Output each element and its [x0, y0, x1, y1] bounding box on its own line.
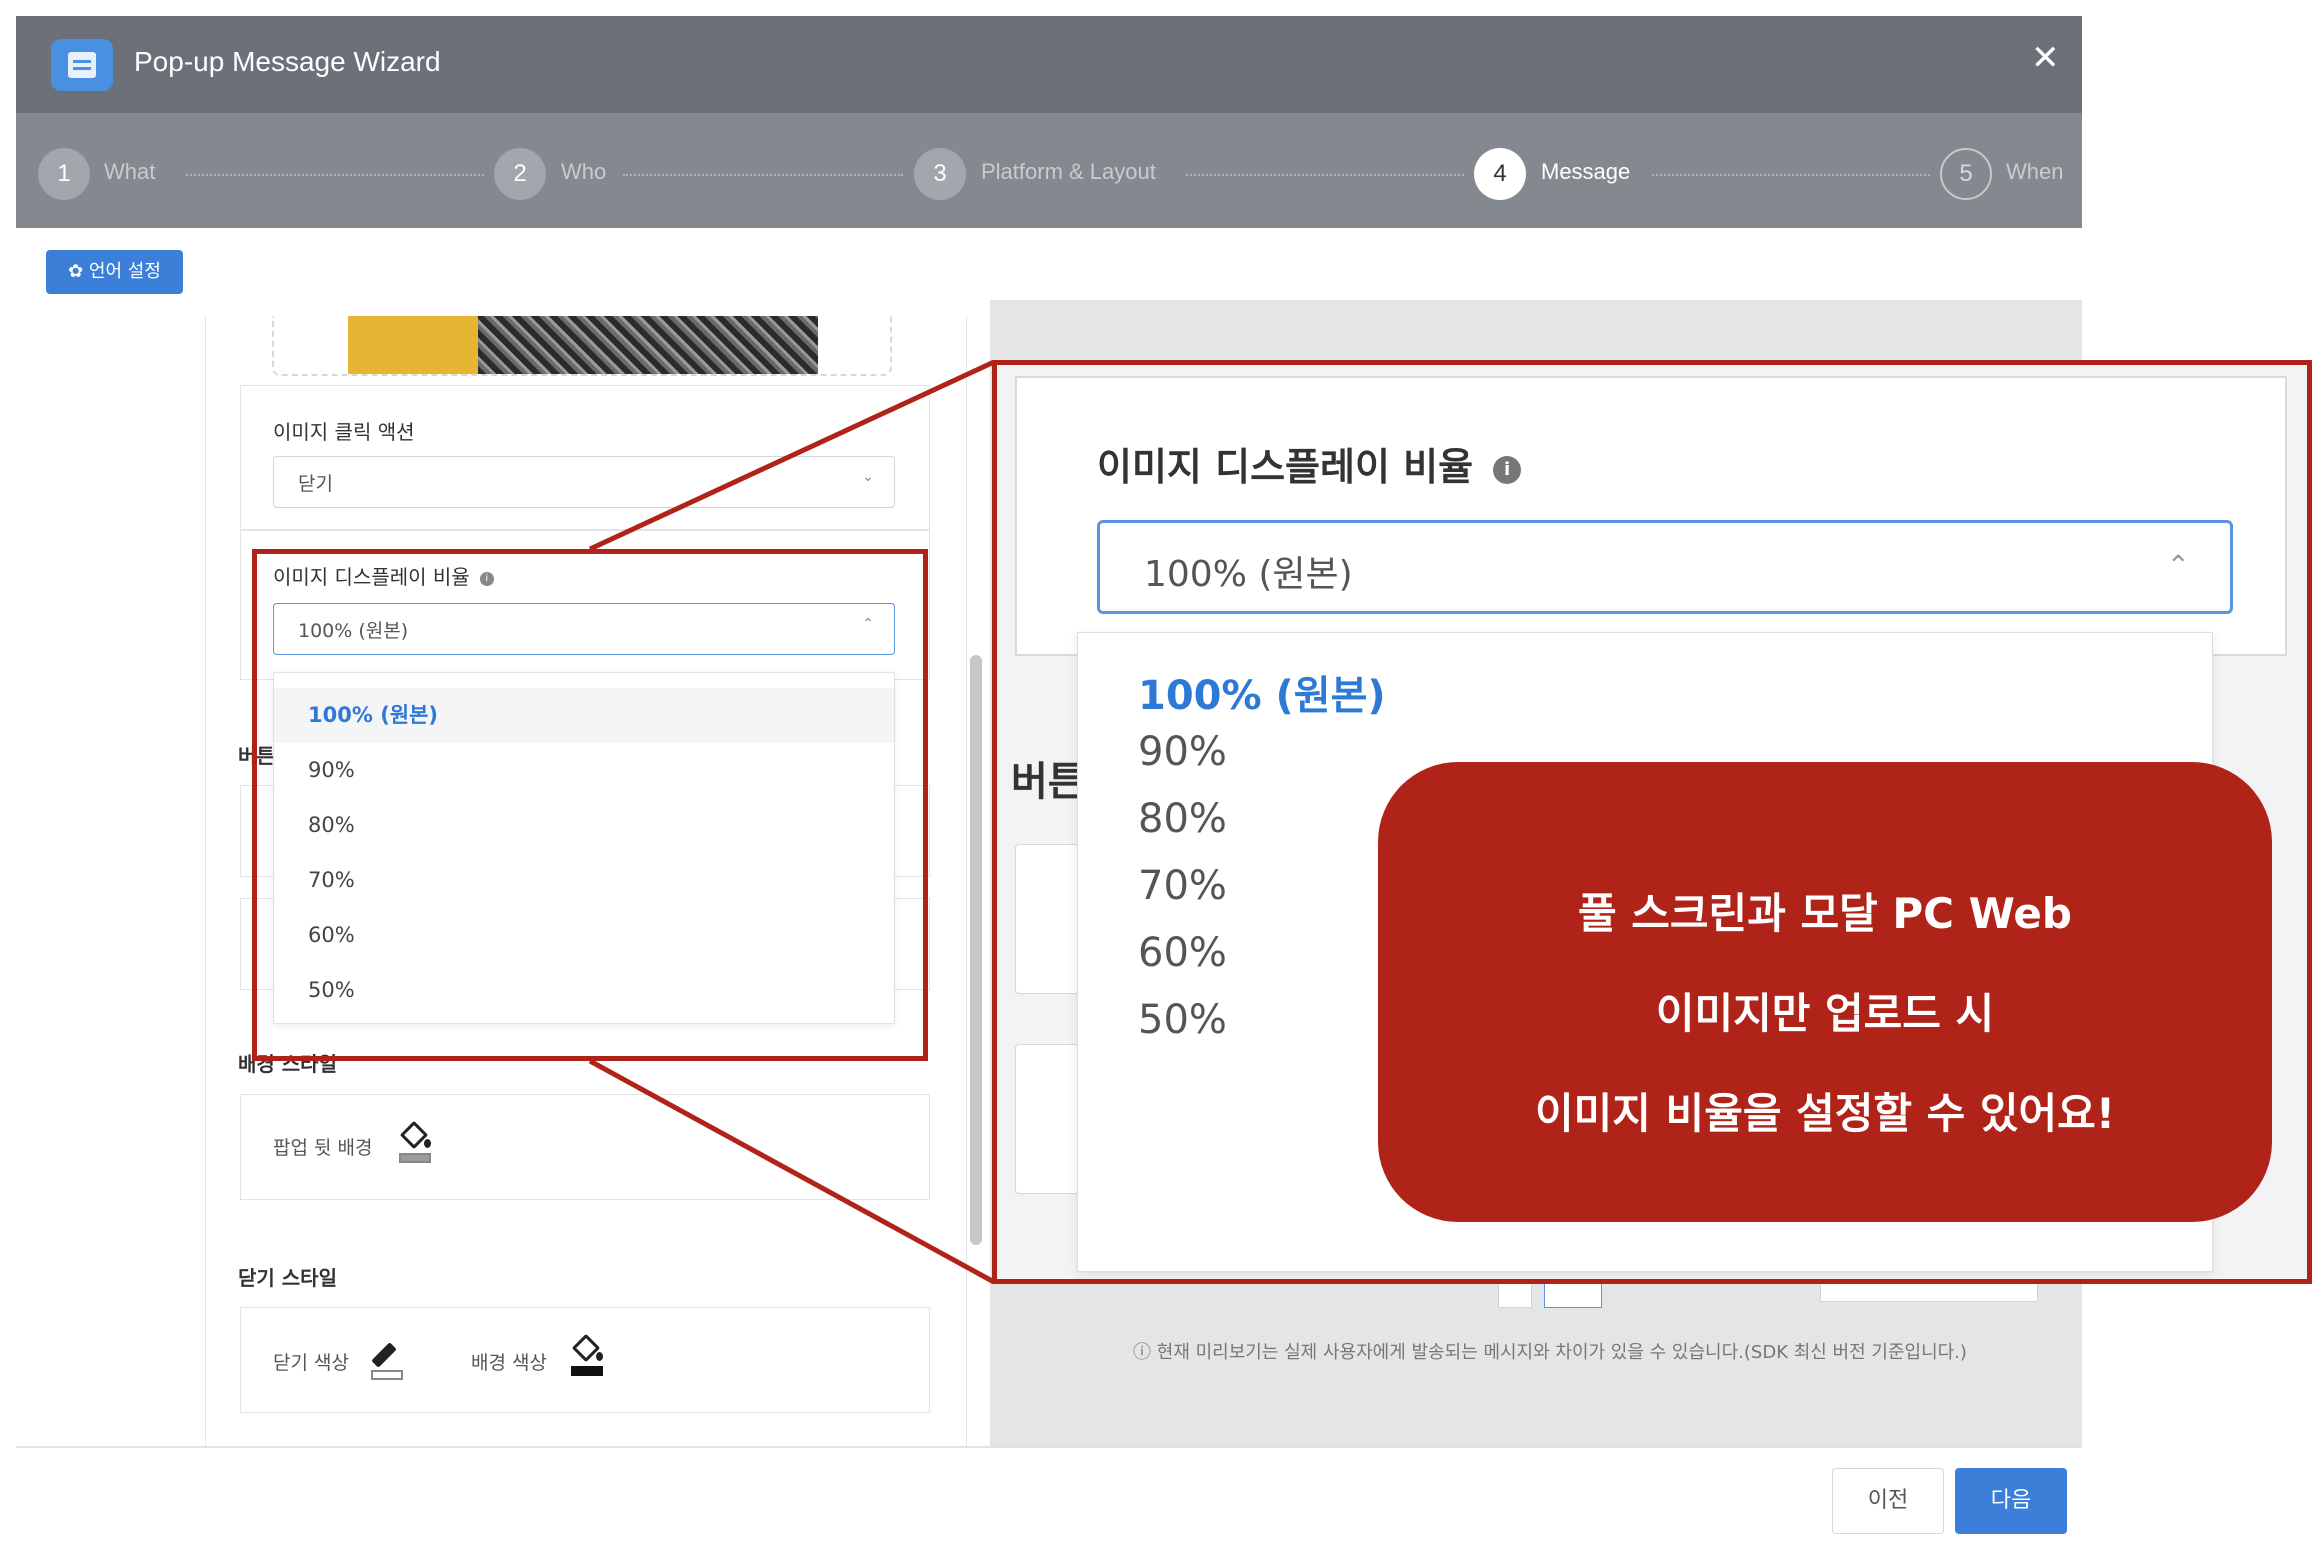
callout-line-1: 풀 스크린과 모달 PC Web [1578, 889, 2072, 938]
callout-line-3: 이미지 비율을 설정할 수 있어요! [1535, 1089, 2115, 1138]
callout-bubble: 풀 스크린과 모달 PC Web 이미지만 업로드 시 이미지 비율을 설정할 … [1378, 762, 2272, 1222]
callout-line-2: 이미지만 업로드 시 [1655, 989, 1995, 1038]
highlight-frame [252, 549, 928, 1061]
